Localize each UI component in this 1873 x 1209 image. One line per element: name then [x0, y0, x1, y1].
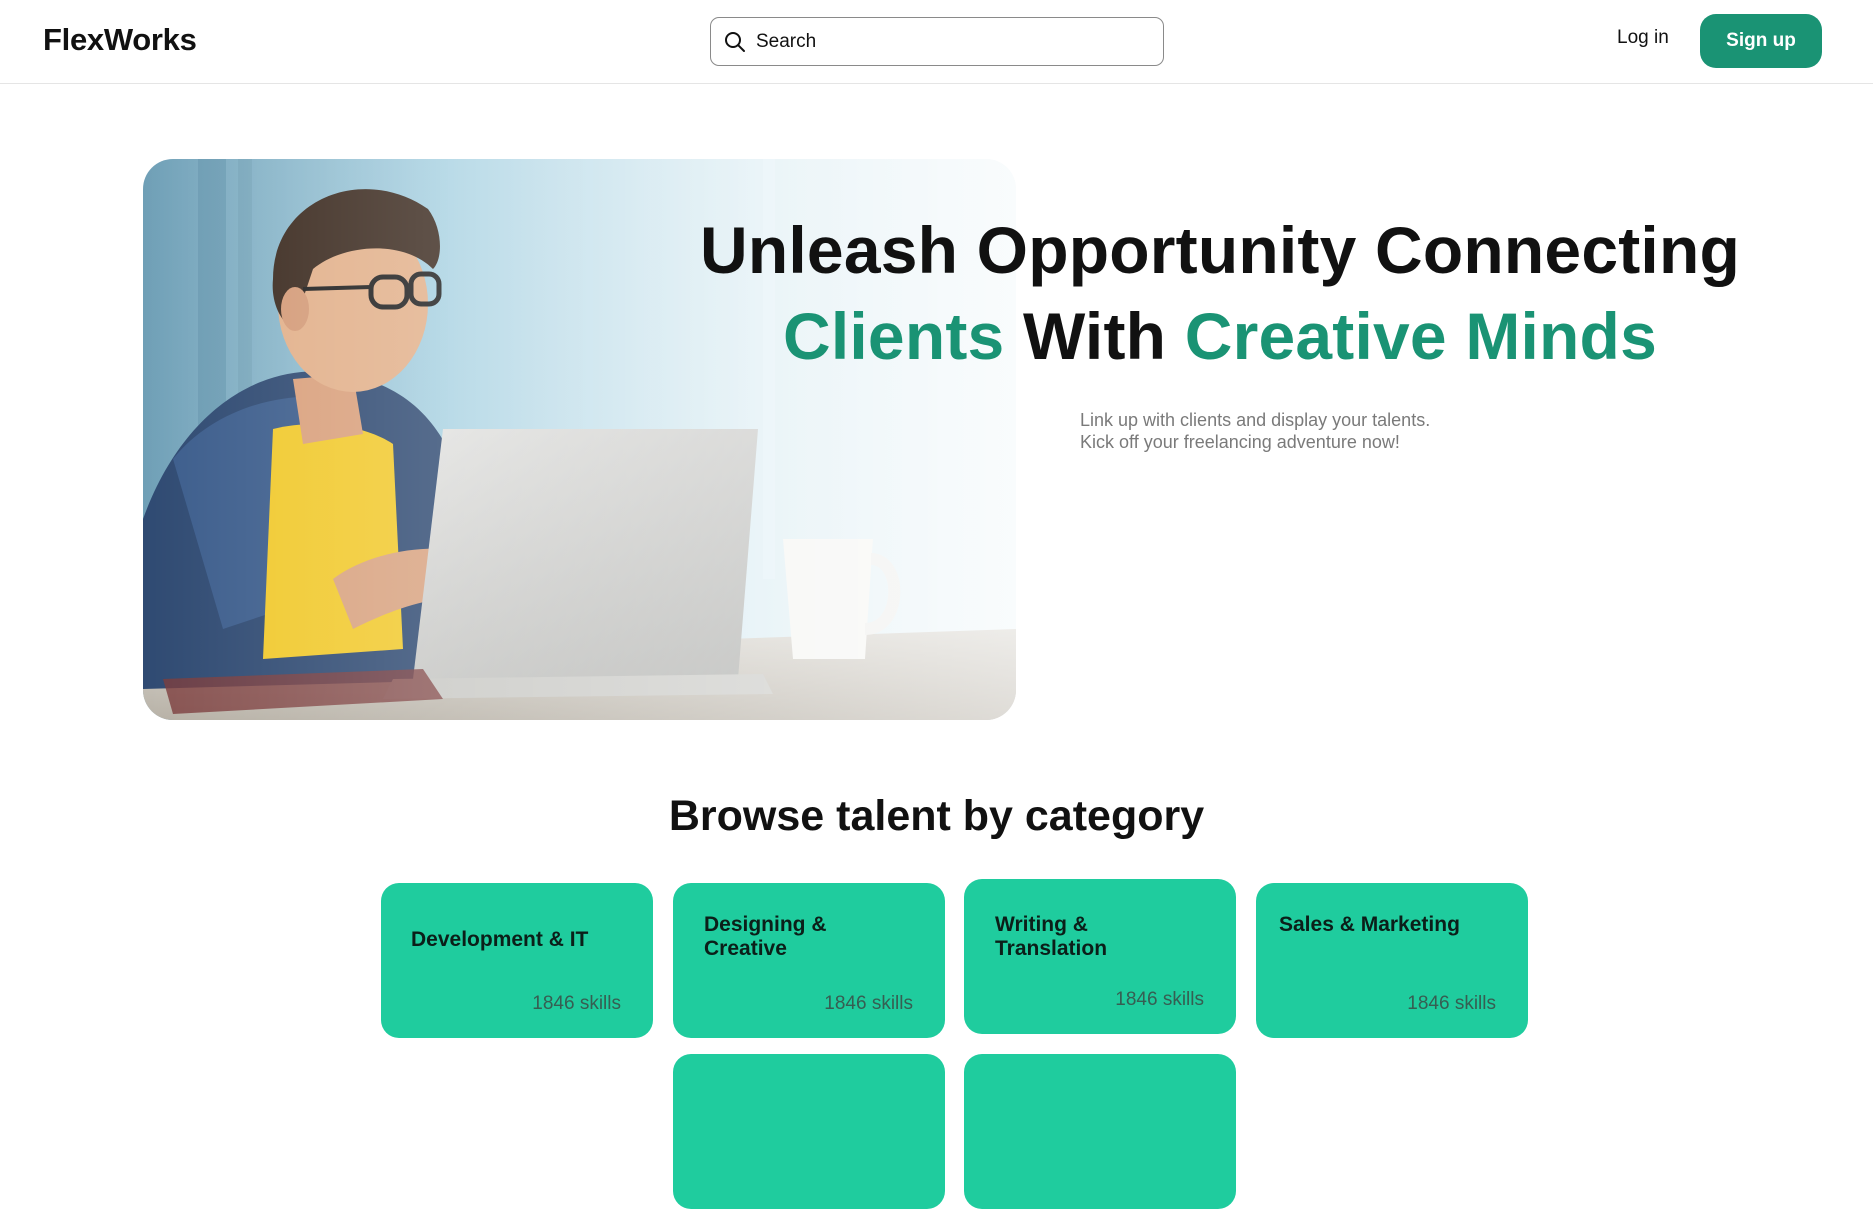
- search-input[interactable]: [756, 30, 1136, 53]
- search-box[interactable]: [710, 17, 1164, 66]
- category-title-line1: Writing &: [995, 913, 1088, 936]
- category-count: 1846 skills: [532, 993, 621, 1014]
- hero-title-line1: Unleash Opportunity Connecting: [700, 213, 1740, 287]
- category-count: 1846 skills: [824, 993, 913, 1014]
- category-count: 1846 skills: [1115, 989, 1204, 1010]
- category-title-line2: Creative: [704, 937, 787, 960]
- category-title: Writing & Translation: [995, 913, 1107, 961]
- category-title-line1: Designing &: [704, 913, 827, 936]
- category-card-design[interactable]: Designing & Creative 1846 skills: [673, 883, 945, 1038]
- hero-subtitle-line2: Kick off your freelancing adventure now!: [1080, 432, 1400, 452]
- top-navbar: FlexWorks Log in Sign up: [0, 0, 1873, 84]
- category-card-row2-1[interactable]: [673, 1054, 945, 1209]
- hero-title: Unleash Opportunity Connecting Clients W…: [700, 207, 1740, 379]
- category-card-development[interactable]: Development & IT 1846 skills: [381, 883, 653, 1038]
- hero-title-with: With: [1023, 299, 1167, 373]
- logo[interactable]: FlexWorks: [43, 22, 197, 58]
- hero-title-clients: Clients: [783, 299, 1005, 373]
- categories-heading: Browse talent by category: [668, 792, 1205, 840]
- category-card-writing[interactable]: Writing & Translation 1846 skills: [964, 879, 1236, 1034]
- category-title-line2: Translation: [995, 937, 1108, 960]
- category-title: Sales & Marketing: [1279, 913, 1460, 936]
- category-count: 1846 skills: [1407, 993, 1496, 1014]
- search-icon: [723, 30, 747, 54]
- hero-title-creative: Creative Minds: [1184, 299, 1657, 373]
- category-card-row2-2[interactable]: [964, 1054, 1236, 1209]
- category-title: Development & IT: [411, 928, 589, 951]
- hero-subtitle-line1: Link up with clients and display your ta…: [1080, 410, 1431, 430]
- login-link[interactable]: Log in: [1617, 27, 1669, 49]
- category-card-sales[interactable]: Sales & Marketing 1846 skills: [1256, 883, 1528, 1038]
- category-title: Designing & Creative: [704, 913, 827, 961]
- signup-button[interactable]: Sign up: [1700, 14, 1822, 68]
- hero-subtitle: Link up with clients and display your ta…: [1080, 409, 1540, 453]
- hero-title-line2: Clients With Creative Minds: [700, 293, 1740, 379]
